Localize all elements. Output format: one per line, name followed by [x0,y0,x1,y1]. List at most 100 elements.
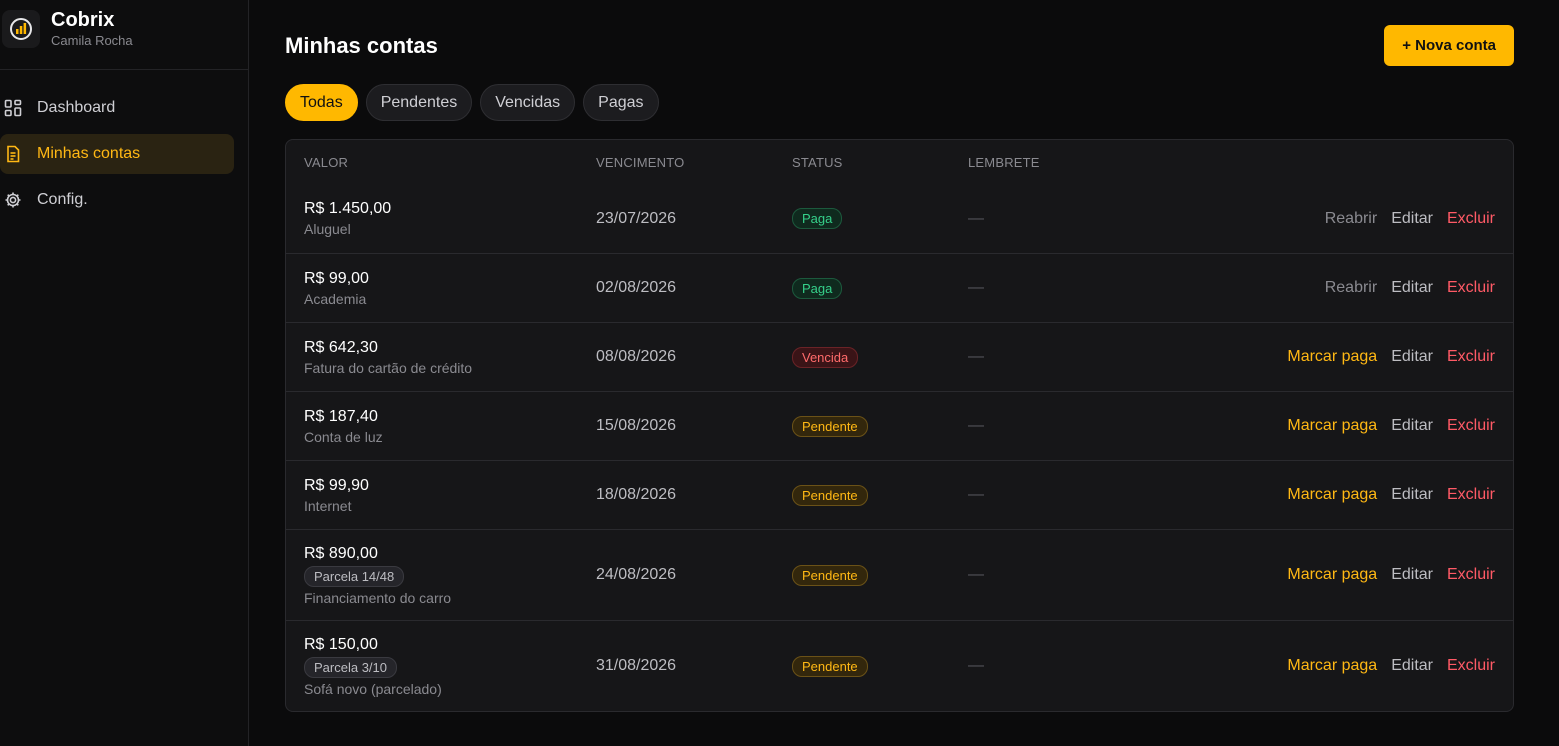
row-due-date: 31/08/2026 [596,657,677,674]
row-amount: R$ 99,90 [304,476,369,494]
main-content: Minhas contas + Nova conta Todas Pendent… [249,0,1559,746]
delete-link[interactable]: Excluir [1447,279,1495,297]
delete-link[interactable]: Excluir [1447,348,1495,366]
table-row: R$ 642,30 Fatura do cartão de crédito 08… [286,322,1513,391]
edit-link[interactable]: Editar [1391,417,1433,435]
tab-pendentes[interactable]: Pendentes [365,84,473,121]
dashboard-grid-icon [4,99,22,117]
primary-action-link[interactable]: Reabrir [1325,210,1377,228]
row-actions: Marcar paga Editar Excluir [1168,566,1513,584]
delete-link[interactable]: Excluir [1447,657,1495,675]
primary-action-link[interactable]: Marcar paga [1287,566,1377,584]
delete-link[interactable]: Excluir [1447,566,1495,584]
primary-action-link[interactable]: Marcar paga [1287,657,1377,675]
edit-link[interactable]: Editar [1391,279,1433,297]
row-actions: Reabrir Editar Excluir [1168,210,1513,228]
row-amount: R$ 150,00 [304,635,378,653]
logo-icon [2,9,40,48]
document-icon [4,145,22,163]
row-description: Sofá novo (parcelado) [304,680,442,697]
row-due-date: 18/08/2026 [596,486,677,503]
status-badge: Pendente [792,415,868,437]
sidebar-nav: Dashboard Minhas contas Config. [0,70,248,220]
page-header: Minhas contas + Nova conta [285,25,1514,66]
row-due-date: 08/08/2026 [596,348,677,365]
tab-pagas[interactable]: Pagas [583,84,659,121]
table-header: VALOR VENCIMENTO STATUS LEMBRETE [286,140,1513,184]
table-row: R$ 150,00 Parcela 3/10 Sofá novo (parcel… [286,620,1513,711]
row-actions: Marcar paga Editar Excluir [1168,486,1513,504]
edit-link[interactable]: Editar [1391,566,1433,584]
filter-tabs: Todas Pendentes Vencidas Pagas [285,84,1514,121]
table-body: R$ 1.450,00 Aluguel 23/07/2026 Paga — Re… [286,184,1513,711]
row-amount: R$ 1.450,00 [304,200,392,217]
page-title: Minhas contas [285,32,438,58]
row-reminder: — [968,657,984,674]
app-name: Cobrix [51,9,115,31]
row-description: Internet [304,497,352,514]
col-header-lembrete: LEMBRETE [968,154,1040,170]
row-description: Aluguel [304,221,351,237]
user-name: Camila Rocha [51,33,133,48]
status-badge: Paga [792,277,843,299]
row-due-date: 15/08/2026 [596,417,677,434]
sidebar-item-label: Minhas contas [37,145,141,162]
table-row: R$ 187,40 Conta de luz 15/08/2026 Penden… [286,391,1513,460]
status-badge: Vencida [792,346,859,368]
edit-link[interactable]: Editar [1391,486,1433,504]
sidebar: Cobrix Camila Rocha Dashboard Minhas con… [0,0,249,746]
col-header-status: STATUS [792,154,843,170]
table-row: R$ 99,90 Internet 18/08/2026 Pendente — … [286,460,1513,529]
table-row: R$ 1.450,00 Aluguel 23/07/2026 Paga — Re… [286,184,1513,253]
sidebar-item-config[interactable]: Config. [0,180,234,220]
primary-action-link[interactable]: Marcar paga [1287,417,1377,435]
primary-action-link[interactable]: Marcar paga [1287,486,1377,504]
app-window: Cobrix Camila Rocha Dashboard Minhas con… [0,0,1559,746]
table-row: R$ 99,00 Academia 02/08/2026 Paga — Reab… [286,253,1513,322]
row-description: Fatura do cartão de crédito [304,359,473,376]
row-description: Conta de luz [304,428,383,445]
row-reminder: — [968,417,984,434]
gear-icon [4,191,22,209]
row-due-date: 24/08/2026 [596,566,677,583]
delete-link[interactable]: Excluir [1447,417,1495,435]
row-reminder: — [968,486,984,503]
sidebar-item-label: Config. [37,191,88,208]
row-amount: R$ 99,00 [304,269,369,287]
row-due-date: 02/08/2026 [596,279,677,296]
primary-action-link[interactable]: Reabrir [1325,279,1377,297]
row-actions: Reabrir Editar Excluir [1168,279,1513,297]
row-actions: Marcar paga Editar Excluir [1168,657,1513,675]
edit-link[interactable]: Editar [1391,210,1433,228]
installment-badge: Parcela 14/48 [304,565,405,587]
row-description: Academia [304,290,367,307]
status-badge: Pendente [792,655,868,677]
row-amount: R$ 642,30 [304,338,378,356]
primary-action-link[interactable]: Marcar paga [1287,348,1377,366]
accounts-table: VALOR VENCIMENTO STATUS LEMBRETE R$ 1.45… [285,139,1514,712]
status-badge: Pendente [792,564,868,586]
row-amount: R$ 187,40 [304,407,378,425]
new-account-button[interactable]: + Nova conta [1384,25,1514,66]
row-due-date: 23/07/2026 [596,209,677,227]
installment-badge: Parcela 3/10 [304,656,397,678]
edit-link[interactable]: Editar [1391,348,1433,366]
sidebar-item-label: Dashboard [37,99,116,116]
row-description: Financiamento do carro [304,589,452,606]
delete-link[interactable]: Excluir [1447,486,1495,504]
row-amount: R$ 890,00 [304,544,378,562]
row-reminder: — [968,279,984,296]
status-badge: Paga [792,208,843,229]
delete-link[interactable]: Excluir [1447,210,1495,228]
col-header-vencimento: VENCIMENTO [596,154,685,170]
brand: Cobrix Camila Rocha [0,0,248,70]
row-reminder: — [968,209,984,227]
tab-vencidas[interactable]: Vencidas [480,84,576,121]
tab-todas[interactable]: Todas [285,84,358,121]
sidebar-item-minhas-contas[interactable]: Minhas contas [0,134,234,174]
row-reminder: — [968,348,984,365]
edit-link[interactable]: Editar [1391,657,1433,675]
table-row: R$ 890,00 Parcela 14/48 Financiamento do… [286,529,1513,620]
sidebar-item-dashboard[interactable]: Dashboard [0,88,234,128]
row-actions: Marcar paga Editar Excluir [1168,348,1513,366]
